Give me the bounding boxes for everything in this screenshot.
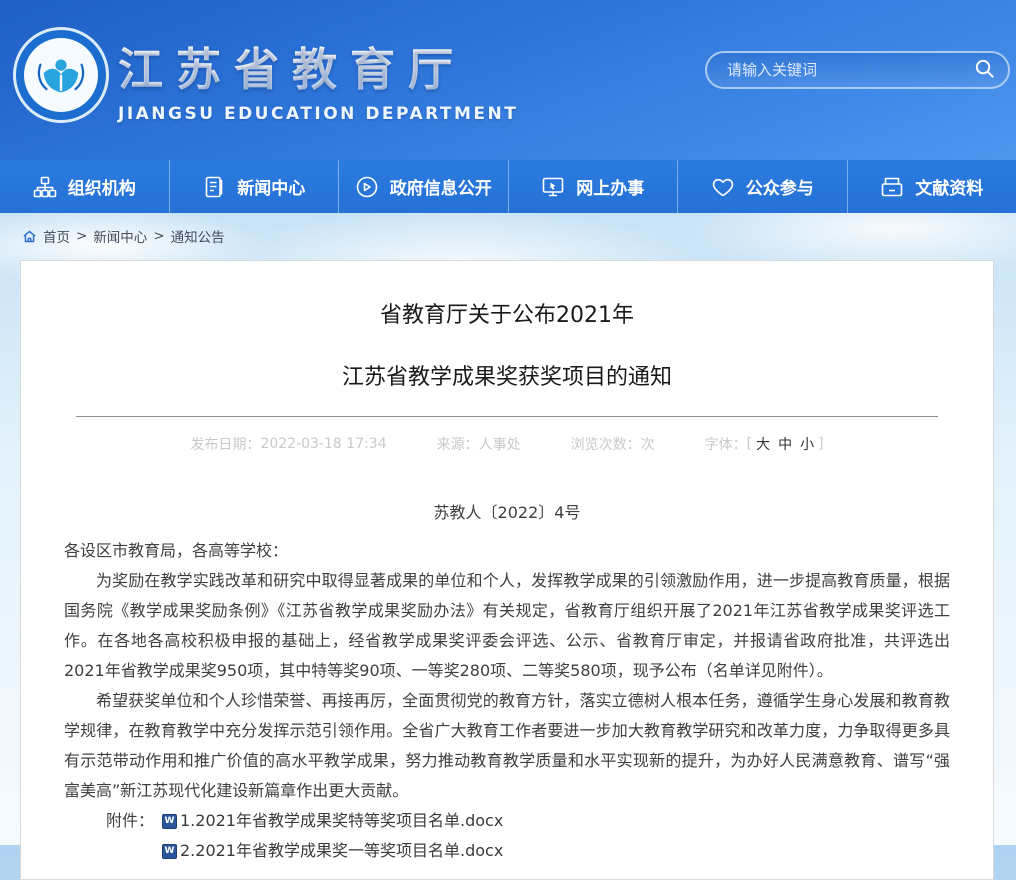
nav-item-gov-info-disclosure[interactable]: 政府信息公开	[339, 160, 509, 213]
site-logo[interactable]	[13, 27, 109, 123]
search-icon	[973, 57, 996, 83]
breadcrumb-home[interactable]: 首页	[43, 226, 70, 246]
info-disclosure-icon	[355, 175, 379, 199]
attachments-label: 附件：	[106, 806, 162, 836]
title-divider	[76, 416, 938, 417]
search-input[interactable]	[725, 61, 973, 80]
article-title-line2: 江苏省教学成果奖获奖项目的通知	[64, 367, 950, 389]
article-source: 来源：人事处	[437, 434, 521, 454]
main-nav: 组织机构 新闻中心 政府信息公开 网上办事	[0, 160, 1016, 213]
search-button[interactable]	[973, 57, 996, 83]
org-chart-icon	[33, 175, 57, 199]
breadcrumb-separator: >	[153, 228, 164, 244]
attachment-row: W 2.2021年省教学成果奖一等奖项目名单.docx	[106, 836, 950, 866]
view-count: 浏览次数：次	[571, 434, 655, 454]
site-brand: 江苏省教育厅 JIANGSU EDUCATION DEPARTMENT	[118, 33, 518, 124]
nav-item-online-services[interactable]: 网上办事	[509, 160, 679, 213]
article-panel: 省教育厅关于公布2021年 江苏省教学成果奖获奖项目的通知 发布日期：2022-…	[20, 260, 994, 880]
attachment-link-1[interactable]: W 1.2021年省教学成果奖特等奖项目名单.docx	[162, 806, 503, 836]
font-size-small[interactable]: 小	[796, 434, 818, 454]
font-size-medium[interactable]: 中	[774, 434, 796, 454]
nav-item-public-participation[interactable]: 公众参与	[678, 160, 848, 213]
nav-item-label: 新闻中心	[237, 174, 305, 199]
nav-item-documents[interactable]: 文献资料	[848, 160, 1016, 213]
breadcrumb: 首页 > 新闻中心 > 通知公告	[22, 226, 225, 246]
article-paragraph: 为奖励在教学实践改革和研究中取得显著成果的单位和个人，发挥教学成果的引领激励作用…	[64, 566, 950, 686]
breadcrumb-notices[interactable]: 通知公告	[171, 226, 225, 246]
home-icon	[22, 229, 37, 244]
word-doc-icon: W	[162, 844, 177, 859]
nav-item-label: 文献资料	[915, 174, 983, 199]
article-paragraph: 希望获奖单位和个人珍惜荣誉、再接再厉，全面贯彻党的教育方针，落实立德树人根本任务…	[64, 686, 950, 806]
nav-item-label: 公众参与	[746, 174, 814, 199]
font-size-large[interactable]: 大	[752, 434, 774, 454]
site-title-en: JIANGSU EDUCATION DEPARTMENT	[118, 104, 518, 124]
word-doc-icon: W	[162, 814, 177, 829]
search-box	[705, 51, 1010, 89]
nav-item-news-center[interactable]: 新闻中心	[170, 160, 340, 213]
logo-emblem-icon	[24, 38, 98, 112]
attachment-link-2[interactable]: W 2.2021年省教学成果奖一等奖项目名单.docx	[162, 836, 503, 866]
heart-icon	[711, 175, 735, 199]
nav-item-label: 政府信息公开	[390, 174, 492, 199]
site-header: 江苏省教育厅 JIANGSU EDUCATION DEPARTMENT	[0, 0, 1016, 160]
attachment-row: 附件： W 1.2021年省教学成果奖特等奖项目名单.docx	[106, 806, 950, 836]
news-icon	[202, 175, 226, 199]
nav-item-label: 网上办事	[576, 174, 644, 199]
breadcrumb-news-center[interactable]: 新闻中心	[93, 226, 147, 246]
archive-icon	[880, 175, 904, 199]
document-number: 苏教人〔2022〕4号	[64, 498, 950, 528]
breadcrumb-separator: >	[76, 228, 87, 244]
site-title: 江苏省教育厅	[118, 33, 518, 98]
font-size-control: 字体：[大中小]	[705, 434, 824, 454]
online-service-icon	[541, 175, 565, 199]
article-title-line1: 省教育厅关于公布2021年	[64, 305, 950, 327]
salutation: 各设区市教育局，各高等学校：	[64, 536, 950, 566]
nav-item-organization[interactable]: 组织机构	[0, 160, 170, 213]
article-meta: 发布日期：2022-03-18 17:34 来源：人事处 浏览次数：次 字体：[…	[64, 434, 950, 454]
publish-date: 发布日期：2022-03-18 17:34	[190, 434, 386, 454]
nav-item-label: 组织机构	[68, 174, 136, 199]
